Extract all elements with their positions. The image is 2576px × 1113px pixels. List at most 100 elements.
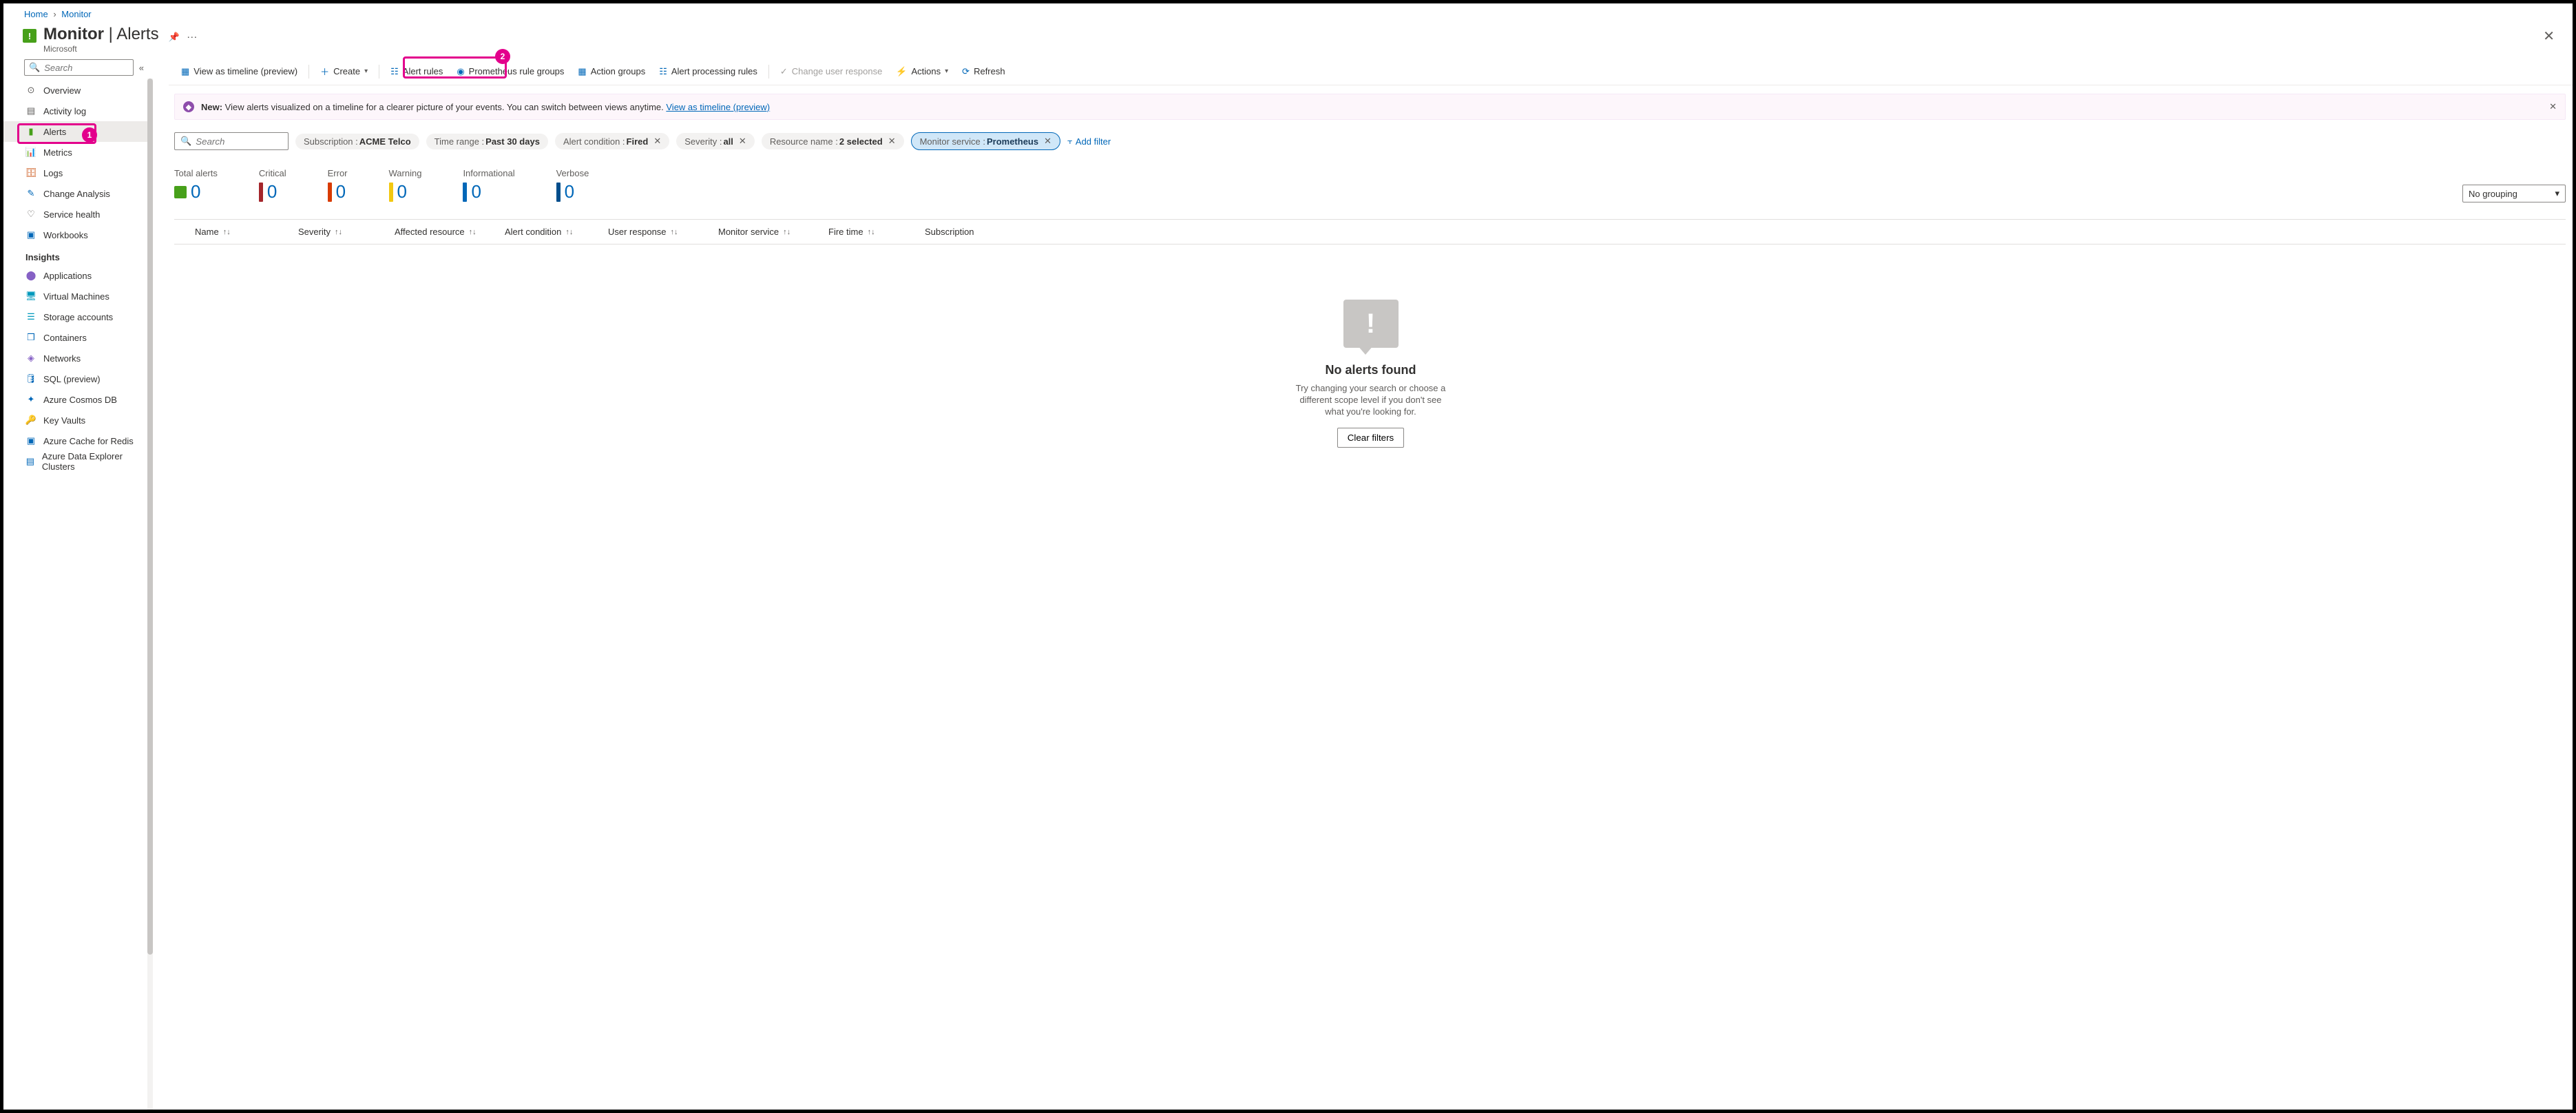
alerts-search-input[interactable] bbox=[196, 136, 282, 147]
empty-state-icon: ! bbox=[1343, 300, 1399, 348]
col-user-response[interactable]: User response↑↓ bbox=[601, 227, 711, 237]
col-name[interactable]: Name↑↓ bbox=[174, 227, 291, 237]
lightning-icon: ⚡ bbox=[896, 66, 907, 77]
count-error[interactable]: Error 0 bbox=[328, 168, 348, 202]
containers-icon: ❒ bbox=[25, 332, 36, 343]
sidebar-item-activity-log[interactable]: ▤Activity log bbox=[3, 101, 149, 121]
create-button[interactable]: ＋Create▾ bbox=[313, 61, 375, 82]
count-critical[interactable]: Critical 0 bbox=[259, 168, 286, 202]
col-affected-resource[interactable]: Affected resource↑↓ bbox=[388, 227, 498, 237]
info-banner: ◆ New: View alerts visualized on a timel… bbox=[174, 94, 2566, 120]
view-as-timeline-button[interactable]: ▦View as timeline (preview) bbox=[174, 62, 304, 81]
change-analysis-icon: ✎ bbox=[25, 188, 36, 199]
action-groups-button[interactable]: ▦Action groups bbox=[571, 62, 652, 81]
prometheus-rule-groups-button[interactable]: ◉Prometheus rule groups bbox=[450, 62, 571, 81]
collapse-sidebar-icon[interactable]: « bbox=[139, 63, 144, 73]
sidebar-item-containers[interactable]: ❒Containers bbox=[3, 327, 149, 348]
filter-resource-name[interactable]: Resource name : 2 selected✕ bbox=[762, 133, 904, 149]
count-warning[interactable]: Warning 0 bbox=[389, 168, 422, 202]
sidebar-item-azure-cache-redis[interactable]: ▣Azure Cache for Redis bbox=[3, 430, 149, 451]
sidebar-item-sql[interactable]: 🛢SQL (preview) bbox=[3, 368, 149, 389]
remove-filter-icon[interactable]: ✕ bbox=[1044, 136, 1051, 147]
col-subscription[interactable]: Subscription bbox=[918, 227, 1028, 237]
data-explorer-icon: ▤ bbox=[25, 456, 35, 467]
count-verbose[interactable]: Verbose 0 bbox=[556, 168, 589, 202]
sidebar-item-label: Virtual Machines bbox=[43, 291, 109, 302]
info-banner-text: New: View alerts visualized on a timelin… bbox=[201, 102, 770, 112]
alert-processing-rules-button[interactable]: ☷Alert processing rules bbox=[652, 62, 764, 81]
severity-bar-error bbox=[328, 183, 332, 202]
filter-subscription[interactable]: Subscription : ACME Telco bbox=[295, 134, 419, 149]
sidebar-item-overview[interactable]: ⊙Overview bbox=[3, 80, 149, 101]
sidebar-search[interactable]: 🔍 bbox=[24, 59, 134, 76]
breadcrumb-monitor[interactable]: Monitor bbox=[61, 9, 91, 19]
sidebar-item-change-analysis[interactable]: ✎Change Analysis bbox=[3, 183, 149, 204]
metrics-icon: 📊 bbox=[25, 147, 36, 158]
col-fire-time[interactable]: Fire time↑↓ bbox=[821, 227, 918, 237]
sidebar-item-data-explorer[interactable]: ▤Azure Data Explorer Clusters bbox=[3, 451, 149, 472]
empty-state: ! No alerts found Try changing your sear… bbox=[169, 245, 2573, 448]
alerts-search[interactable]: 🔍 bbox=[174, 132, 289, 150]
checkmark-icon: ✓ bbox=[780, 66, 788, 77]
filters-row: 🔍 Subscription : ACME Telco Time range :… bbox=[169, 120, 2573, 150]
sidebar: 🔍 « ⊙Overview ▤Activity log ▮Alerts 📊Met… bbox=[3, 58, 149, 1110]
sidebar-item-service-health[interactable]: ♡Service health bbox=[3, 204, 149, 225]
filter-severity[interactable]: Severity : all✕ bbox=[676, 133, 755, 149]
sidebar-item-label: Workbooks bbox=[43, 230, 88, 240]
sidebar-search-input[interactable] bbox=[44, 63, 129, 73]
count-value: 0 bbox=[191, 181, 200, 202]
severity-bar-warning bbox=[389, 183, 393, 202]
action-groups-icon: ▦ bbox=[578, 66, 586, 77]
col-alert-condition[interactable]: Alert condition↑↓ bbox=[498, 227, 601, 237]
actions-button[interactable]: ⚡Actions▾ bbox=[889, 62, 955, 81]
sidebar-item-virtual-machines[interactable]: 🖥 Virtual Machines bbox=[3, 286, 149, 306]
remove-filter-icon[interactable]: ✕ bbox=[739, 136, 746, 147]
overview-icon: ⊙ bbox=[25, 85, 36, 96]
remove-filter-icon[interactable]: ✕ bbox=[888, 136, 896, 147]
search-icon: 🔍 bbox=[29, 62, 40, 73]
count-informational[interactable]: Informational 0 bbox=[463, 168, 514, 202]
count-value: 0 bbox=[397, 181, 407, 202]
sidebar-item-workbooks[interactable]: ▣Workbooks bbox=[3, 225, 149, 245]
sidebar-item-key-vaults[interactable]: 🔑Key Vaults bbox=[3, 410, 149, 430]
sidebar-item-logs[interactable]: 🗄Logs bbox=[3, 163, 149, 183]
sidebar-item-cosmos-db[interactable]: ✦Azure Cosmos DB bbox=[3, 389, 149, 410]
clear-filters-button[interactable]: Clear filters bbox=[1337, 428, 1404, 448]
col-severity[interactable]: Severity↑↓ bbox=[291, 227, 388, 237]
add-filter-button[interactable]: ⫟Add filter bbox=[1067, 136, 1111, 147]
chevron-down-icon: ▾ bbox=[2555, 188, 2559, 199]
filter-time-range[interactable]: Time range : Past 30 days bbox=[426, 134, 548, 149]
logs-icon: 🗄 bbox=[25, 167, 36, 178]
sidebar-item-applications[interactable]: ⬤Applications bbox=[3, 265, 149, 286]
grouping-select[interactable]: No grouping ▾ bbox=[2462, 185, 2566, 202]
sidebar-item-label: Storage accounts bbox=[43, 312, 113, 322]
remove-filter-icon[interactable]: ✕ bbox=[653, 136, 661, 147]
dismiss-banner-icon[interactable]: ✕ bbox=[2549, 101, 2557, 112]
sidebar-item-storage-accounts[interactable]: ☰Storage accounts bbox=[3, 306, 149, 327]
filter-plus-icon: ⫟ bbox=[1067, 136, 1073, 147]
total-alerts-icon bbox=[174, 186, 187, 198]
sidebar-item-alerts[interactable]: ▮Alerts bbox=[3, 121, 149, 142]
sidebar-item-label: SQL (preview) bbox=[43, 374, 101, 384]
summary-counts: Total alerts 0 Critical 0 Error 0 Warnin… bbox=[169, 150, 2573, 202]
col-monitor-service[interactable]: Monitor service↑↓ bbox=[711, 227, 821, 237]
grouping-value: No grouping bbox=[2469, 189, 2517, 199]
breadcrumb-home[interactable]: Home bbox=[24, 9, 48, 19]
filter-alert-condition[interactable]: Alert condition : Fired✕ bbox=[555, 133, 669, 149]
sidebar-item-networks[interactable]: ◈Networks bbox=[3, 348, 149, 368]
sidebar-item-label: Networks bbox=[43, 353, 81, 364]
vm-icon: 🖥 bbox=[25, 291, 36, 302]
grouping-control: No grouping ▾ bbox=[2462, 185, 2566, 202]
sidebar-item-label: Key Vaults bbox=[43, 415, 85, 426]
filter-monitor-service[interactable]: Monitor service : Prometheus✕ bbox=[911, 132, 1060, 150]
refresh-button[interactable]: ⟳Refresh bbox=[955, 62, 1012, 81]
close-icon[interactable]: ✕ bbox=[2543, 28, 2555, 45]
count-total[interactable]: Total alerts 0 bbox=[174, 168, 218, 202]
count-value: 0 bbox=[336, 181, 346, 202]
alert-rules-button[interactable]: ☷Alert rules bbox=[384, 62, 450, 81]
more-icon[interactable]: … bbox=[187, 29, 199, 41]
pin-icon[interactable]: 📌 bbox=[169, 32, 180, 43]
empty-state-title: No alerts found bbox=[1325, 363, 1416, 377]
view-timeline-link[interactable]: View as timeline (preview) bbox=[666, 102, 770, 112]
sidebar-item-metrics[interactable]: 📊Metrics bbox=[3, 142, 149, 163]
